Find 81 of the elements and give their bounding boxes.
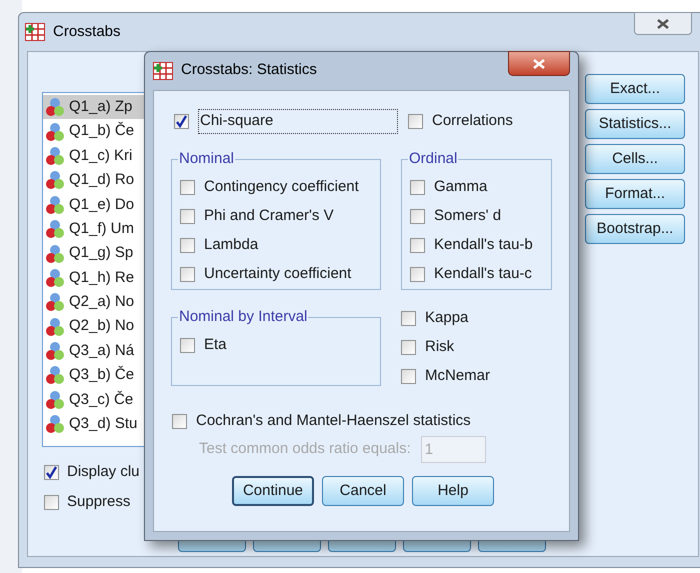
- checkbox-label: Kendall's tau-b: [434, 234, 533, 255]
- group-title: Nominal by Interval: [178, 307, 308, 327]
- checkbox-label: Display clu: [67, 462, 140, 482]
- variable-item[interactable]: Q2_a) No: [43, 290, 181, 315]
- checkbox[interactable]: [410, 238, 425, 252]
- variable-icon: [45, 390, 65, 410]
- checkbox-label: Uncertainty coefficient: [204, 264, 352, 284]
- checkbox[interactable]: [44, 464, 59, 480]
- variable-icon: [45, 194, 65, 215]
- variable-item[interactable]: Q2_b) No: [43, 314, 181, 339]
- variable-item[interactable]: Q3_b) Če: [43, 363, 181, 388]
- variable-item[interactable]: Q1_f) Um: [43, 216, 181, 242]
- checkbox[interactable]: [401, 369, 416, 384]
- side-button[interactable]: Cells...: [585, 144, 685, 174]
- variable-item[interactable]: Q1_d) Ro: [43, 168, 181, 193]
- variable-item[interactable]: Q1_g) Sp: [43, 241, 181, 266]
- variable-icon: [45, 268, 65, 288]
- table-icon: [25, 23, 45, 41]
- variable-icon: [45, 341, 65, 362]
- checkbox[interactable]: [174, 114, 189, 129]
- close-button[interactable]: [634, 12, 692, 35]
- checkbox-label: McNemar: [425, 366, 490, 386]
- checkbox[interactable]: [401, 311, 416, 326]
- dialog-title: Crosstabs: Statistics: [181, 60, 317, 80]
- checkbox-label: Somers' d: [434, 206, 502, 226]
- side-button[interactable]: Format...: [585, 179, 685, 209]
- dialog-button[interactable]: Help: [412, 476, 494, 506]
- variable-item[interactable]: Q3_d) Stu: [43, 412, 181, 436]
- variable-icon: [45, 414, 65, 434]
- variable-icon: [45, 97, 65, 118]
- variable-item[interactable]: Q1_b) Če: [43, 119, 181, 144]
- side-button[interactable]: Statistics...: [585, 109, 685, 139]
- checkbox[interactable]: [410, 266, 425, 282]
- variable-icon: [45, 146, 65, 166]
- group-title: Ordinal: [408, 149, 458, 169]
- variable-icon: [45, 244, 65, 264]
- variable-item[interactable]: Q1_h) Re: [43, 266, 181, 290]
- group-title: Nominal: [178, 149, 236, 169]
- dialog-button[interactable]: Continue: [232, 476, 314, 506]
- checkbox[interactable]: [180, 208, 195, 224]
- close-button[interactable]: [508, 51, 570, 76]
- checkbox-label: Kendall's tau-c: [434, 264, 532, 284]
- variable-item[interactable]: Q3_c) Če: [43, 388, 181, 412]
- close-icon: [533, 58, 545, 68]
- checkbox-label: Correlations: [432, 111, 513, 132]
- variable-icon: [45, 292, 65, 312]
- close-icon: [657, 18, 669, 28]
- variable-icon: [45, 365, 65, 386]
- variable-item[interactable]: Q1_c) Kri: [43, 144, 181, 168]
- checkbox-label: Cochran's and Mantel-Haenszel statistics: [196, 411, 471, 432]
- checkbox-label: Kappa: [425, 308, 468, 328]
- checkbox[interactable]: [410, 208, 425, 224]
- checkbox[interactable]: [410, 180, 425, 194]
- checkbox[interactable]: [401, 340, 416, 355]
- table-icon: [153, 62, 173, 80]
- checkbox-label: Gamma: [434, 176, 488, 197]
- variable-icon: [45, 316, 65, 337]
- side-button[interactable]: Exact...: [585, 74, 685, 104]
- checkbox[interactable]: [408, 114, 423, 129]
- checkbox-label: Phi and Cramer's V: [204, 206, 334, 226]
- checkbox-label: Risk: [425, 337, 454, 358]
- variable-item[interactable]: Q1_e) Do: [43, 192, 181, 217]
- odds-ratio-label: Test common odds ratio equals:: [199, 439, 411, 460]
- variable-icon: [45, 219, 65, 240]
- checkbox-label: Suppress: [67, 492, 130, 512]
- checkbox-label: Chi-square: [198, 109, 398, 134]
- variable-item[interactable]: Q3_a) Ná: [43, 338, 181, 364]
- checkbox[interactable]: [180, 180, 195, 194]
- variable-icon: [45, 122, 65, 142]
- variable-icon: [45, 170, 65, 190]
- checkbox[interactable]: [44, 494, 59, 510]
- checkbox-label: Lambda: [204, 234, 258, 255]
- checkbox[interactable]: [172, 414, 187, 429]
- checkbox-label: Contingency coefficient: [204, 176, 359, 197]
- checkbox[interactable]: [180, 338, 195, 352]
- side-button[interactable]: Bootstrap...: [585, 214, 685, 244]
- checkbox[interactable]: [180, 238, 195, 252]
- checkbox[interactable]: [180, 266, 195, 282]
- dialog-button[interactable]: Cancel: [322, 476, 404, 506]
- window-title: Crosstabs: [53, 22, 121, 42]
- checkbox-label: Eta: [204, 334, 227, 355]
